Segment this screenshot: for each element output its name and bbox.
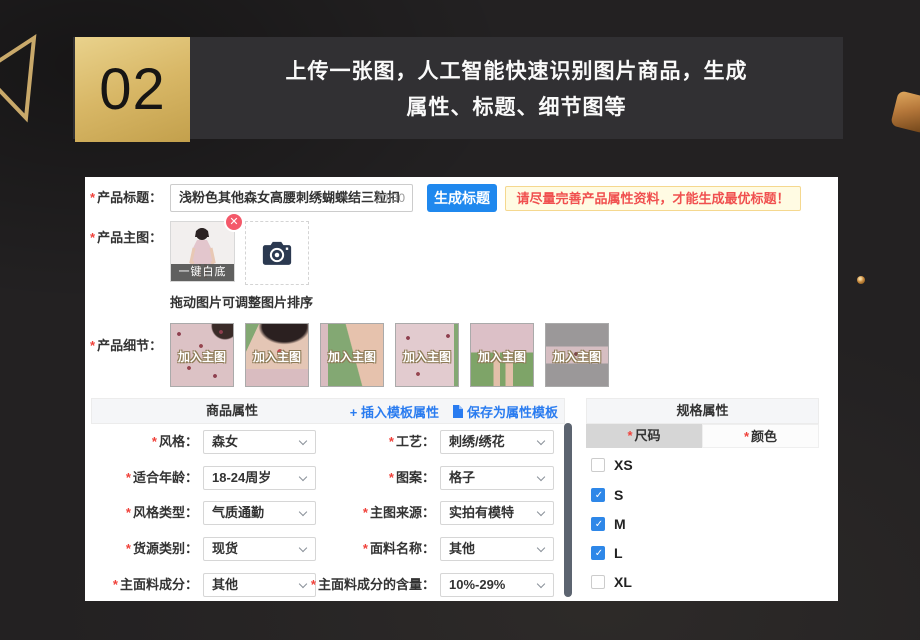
size-label: XL <box>614 574 632 590</box>
add-to-main-overlay[interactable]: 加入主图 <box>546 348 608 365</box>
document-icon <box>452 404 463 418</box>
size-option-s: S <box>591 487 623 503</box>
size-option-m: M <box>591 516 626 532</box>
chevron-down-icon <box>536 507 546 517</box>
size-label: L <box>614 545 623 561</box>
drag-sort-hint: 拖动图片可调整图片排序 <box>170 295 314 310</box>
size-option-xs: XS <box>591 457 633 473</box>
attributes-section-title: 商品属性 <box>205 403 258 418</box>
attr-label-pattern: * 图案： <box>388 470 435 485</box>
step-number-badge: 02 <box>75 37 190 142</box>
save-template-link[interactable]: 保存为属性模板 <box>452 402 558 421</box>
detail-thumbnail-3[interactable]: 加入主图 <box>320 323 384 387</box>
detail-thumbnail-4[interactable]: 加入主图 <box>395 323 459 387</box>
attr-select-fabric-content[interactable]: 10%-29% <box>440 573 554 597</box>
attr-label-craft: * 工艺： <box>388 434 435 449</box>
step-title: 上传一张图，人工智能快速识别图片商品，生成 属性、标题、细节图等 <box>190 37 843 139</box>
title-warning-message: 请尽量完善产品属性资料，才能生成最优标题！ <box>505 186 801 211</box>
cube-decoration <box>890 90 920 134</box>
step-number: 02 <box>99 57 166 122</box>
step-title-line1: 上传一张图，人工智能快速识别图片商品，生成 <box>285 60 748 83</box>
dot-decoration <box>857 276 865 284</box>
page-background: 02 上传一张图，人工智能快速识别图片商品，生成 属性、标题、细节图等 * 产品标… <box>0 0 920 640</box>
chevron-down-icon <box>536 436 546 446</box>
add-to-main-overlay[interactable]: 加入主图 <box>396 348 458 365</box>
add-to-main-overlay[interactable]: 加入主图 <box>321 348 383 365</box>
product-title-label: * 产品标题： <box>90 190 163 205</box>
spec-section-title: 规格属性 <box>676 403 729 418</box>
size-option-xl: XL <box>591 574 632 590</box>
attr-label-fabric-name: * 面料名称： <box>362 541 435 556</box>
attr-label-style-type: * 风格类型： <box>125 505 198 520</box>
size-label: S <box>614 487 624 503</box>
one-click-whiten-overlay[interactable]: 一键白底 <box>171 264 234 281</box>
upload-image-button[interactable] <box>245 221 309 285</box>
step-header: 02 上传一张图，人工智能快速识别图片商品，生成 属性、标题、细节图等 <box>73 37 843 142</box>
close-icon[interactable]: ✕ <box>224 212 244 232</box>
attr-label-style: * 风格： <box>151 434 198 449</box>
attr-select-pattern[interactable]: 格子 <box>440 466 554 490</box>
checkbox-s[interactable] <box>591 488 606 503</box>
insert-template-link[interactable]: + 插入模板属性 <box>350 402 439 421</box>
title-char-counter: 20/30 <box>375 191 406 205</box>
detail-thumbnail-1[interactable]: 加入主图 <box>170 323 234 387</box>
size-label: XS <box>614 457 633 473</box>
camera-icon <box>262 241 292 265</box>
product-editor-panel: * 产品标题： 浅粉色其他森女高腰刺绣蝴蝶结三粒扣 20/30 生成标题 请尽量完… <box>85 177 838 601</box>
scrollbar-thumb[interactable] <box>564 423 572 597</box>
detail-thumbnail-6[interactable]: 加入主图 <box>545 323 609 387</box>
checkbox-xl[interactable] <box>591 575 605 589</box>
attr-label-fabric-content: * 主面料成分的含量： <box>310 577 435 592</box>
main-image-label: * 产品主图： <box>90 230 163 245</box>
spec-section-header: 规格属性 <box>586 398 819 424</box>
attr-select-craft[interactable]: 刺绣/绣花 <box>440 430 554 454</box>
step-title-line2: 属性、标题、细节图等 <box>406 96 627 119</box>
chevron-down-icon <box>536 472 546 482</box>
chevron-down-icon <box>536 579 546 589</box>
add-to-main-overlay[interactable]: 加入主图 <box>471 348 533 365</box>
checkbox-xs[interactable] <box>591 458 605 472</box>
size-label: M <box>614 516 626 532</box>
detail-thumbnail-5[interactable]: 加入主图 <box>470 323 534 387</box>
chevron-down-icon <box>536 543 546 553</box>
required-mark: * <box>90 190 96 205</box>
attr-label-image-source: * 主图来源： <box>362 505 435 520</box>
tab-color[interactable]: * 颜色 <box>702 424 819 448</box>
generate-title-button[interactable]: 生成标题 <box>427 184 497 212</box>
detail-images-label: * 产品细节： <box>90 338 163 353</box>
attr-select-fabric-name[interactable]: 其他 <box>440 537 554 561</box>
attr-label-fabric: * 主面料成分： <box>112 577 198 592</box>
add-to-main-overlay[interactable]: 加入主图 <box>171 348 233 365</box>
main-image-thumbnail[interactable]: 一键白底 ✕ <box>170 212 244 282</box>
checkbox-m[interactable] <box>591 517 606 532</box>
attr-select-image-source[interactable]: 实拍有模特 <box>440 501 554 525</box>
attr-label-age: * 适合年龄： <box>125 470 198 485</box>
attributes-section-header: 商品属性 + 插入模板属性 保存为属性模板 <box>91 398 565 424</box>
add-to-main-overlay[interactable]: 加入主图 <box>246 348 308 365</box>
attr-label-supply-type: * 货源类别： <box>125 541 198 556</box>
size-option-l: L <box>591 545 623 561</box>
triangle-decoration <box>0 34 37 123</box>
tab-size[interactable]: * 尺码 <box>586 424 702 448</box>
detail-thumbnail-2[interactable]: 加入主图 <box>245 323 309 387</box>
checkbox-l[interactable] <box>591 546 606 561</box>
